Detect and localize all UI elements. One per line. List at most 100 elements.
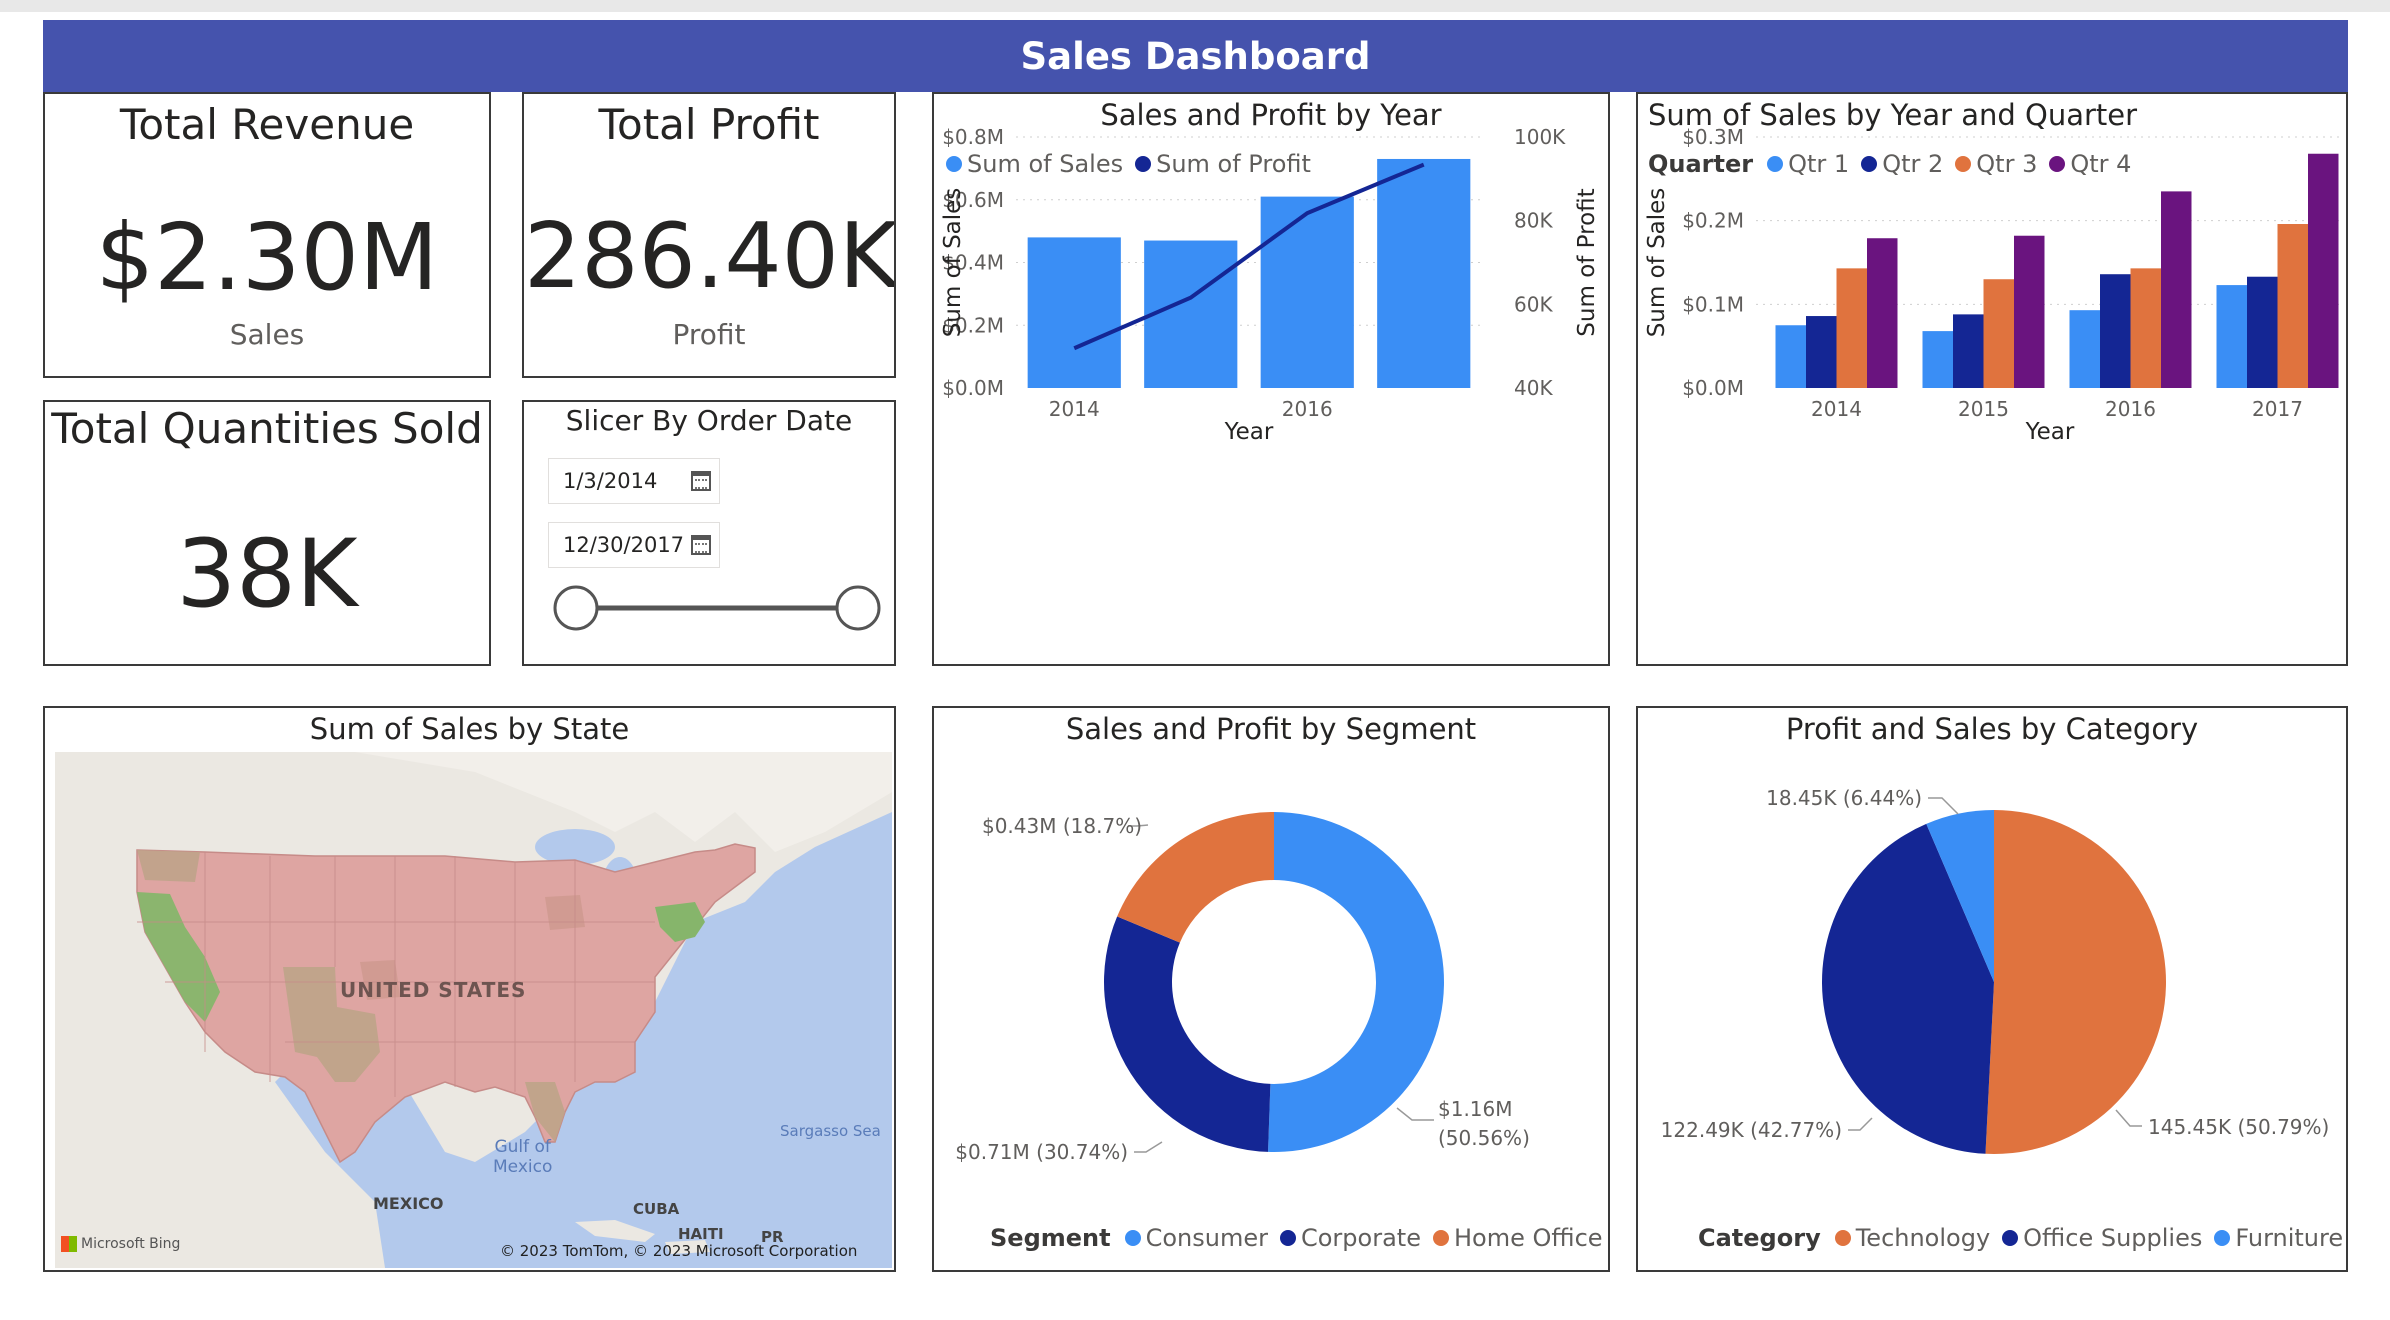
legend-item[interactable]: Office Supplies xyxy=(2002,1224,2202,1252)
map-title: Sum of Sales by State xyxy=(309,712,630,746)
kpi-label: Sales xyxy=(229,318,305,351)
y2-tick-label: 60K xyxy=(1514,292,1553,316)
data-label: 18.45K (6.44%) xyxy=(1766,786,1922,810)
map-sales-by-state[interactable]: Sum of Sales by State UNITED STATES Gulf… xyxy=(43,706,896,1272)
legend-item[interactable]: Technology xyxy=(1834,1224,1991,1252)
map-label-country: UNITED STATES xyxy=(340,978,527,1002)
legend-title: Category xyxy=(1698,1224,1821,1252)
data-label: $0.71M (30.74%) xyxy=(955,1140,1128,1164)
kpi-title: Total Quantities Sold xyxy=(51,404,483,453)
date-range-slider[interactable] xyxy=(524,572,894,652)
legend-dot xyxy=(2002,1230,2019,1246)
legend-label: Technology xyxy=(1855,1224,1991,1252)
map-label-mexico: MEXICO xyxy=(373,1194,444,1213)
bar xyxy=(1806,316,1837,388)
dashboard-title: Sales Dashboard xyxy=(1020,34,1371,78)
bar xyxy=(1836,268,1867,388)
slider-handle-start[interactable] xyxy=(553,585,599,631)
x-tick-label: 2015 xyxy=(1958,397,2009,421)
legend-item[interactable]: Corporate xyxy=(1279,1224,1421,1252)
kpi-card-quantity[interactable]: Total Quantities Sold 38K xyxy=(43,400,491,666)
pie-slice xyxy=(1985,810,2166,1154)
x-tick-label: 2014 xyxy=(1049,397,1100,421)
donut-slice xyxy=(1268,812,1444,1152)
chart-plot[interactable]: $0.0M$0.2M$0.4M$0.6M$0.8M40K60K80K100K20… xyxy=(934,94,1608,664)
chart-plot[interactable]: 145.45K (50.79%) 122.49K (42.77%) 18.45K (… xyxy=(1638,708,2346,1270)
y2-tick-label: 80K xyxy=(1514,209,1553,233)
map-label-gulf: Gulf of Mexico xyxy=(493,1137,552,1177)
x-tick-label: 2016 xyxy=(2105,397,2156,421)
y-tick-label: $0.1M xyxy=(1682,292,1744,316)
bar xyxy=(2216,285,2247,388)
start-date-value: 1/3/2014 xyxy=(563,469,658,493)
y-tick-label: $0.3M xyxy=(1682,125,1744,149)
x-tick-label: 2014 xyxy=(1811,397,1862,421)
microsoft-logo-icon xyxy=(61,1236,77,1252)
dashboard-header: Sales Dashboard xyxy=(43,20,2348,92)
kpi-card-revenue[interactable]: Total Revenue $2.30M Sales xyxy=(43,92,491,378)
map-label-sargasso: Sargasso Sea xyxy=(780,1122,881,1140)
chart-sales-profit-by-segment[interactable]: Sales and Profit by Segment $1.16M (50.56… xyxy=(932,706,1610,1272)
label-leader xyxy=(1134,1141,1163,1153)
y-tick-label: $0.0M xyxy=(942,376,1004,400)
bar xyxy=(2161,191,2192,388)
slider-handle-end[interactable] xyxy=(835,585,881,631)
chart-profit-sales-by-category[interactable]: Profit and Sales by Category 145.45K (50… xyxy=(1636,706,2348,1272)
legend-label: Office Supplies xyxy=(2023,1224,2203,1252)
state-michigan xyxy=(545,895,585,930)
y2-axis-title: Sum of Profit xyxy=(1574,188,1600,336)
x-tick-label: 2016 xyxy=(1282,397,1333,421)
chart-plot[interactable]: $1.16M (50.56%) $0.71M (30.74%) $0.43M (18.… xyxy=(934,708,1608,1270)
bar xyxy=(2308,153,2339,388)
bar xyxy=(2130,268,2161,388)
map-label-cuba: CUBA xyxy=(633,1200,680,1218)
legend-dot xyxy=(1834,1230,1851,1246)
x-tick-label: 2017 xyxy=(2252,397,2303,421)
kpi-value: 38K xyxy=(176,520,358,629)
label-leader xyxy=(2115,1109,2142,1127)
bar xyxy=(2014,235,2045,388)
kpi-label: Profit xyxy=(672,318,746,351)
bar xyxy=(1922,331,1953,388)
x-axis-title: Year xyxy=(1224,419,1274,445)
top-bar xyxy=(0,0,2390,12)
end-date-value: 12/30/2017 xyxy=(563,533,685,557)
bar xyxy=(1027,237,1121,388)
kpi-value: $2.30M xyxy=(95,204,439,311)
bar xyxy=(1953,314,1984,388)
y-tick-label: $0.0M xyxy=(1682,376,1744,400)
bing-label: Microsoft Bing xyxy=(81,1236,181,1252)
x-axis-title: Year xyxy=(2025,419,2075,445)
legend-item[interactable]: Consumer xyxy=(1124,1224,1268,1252)
legend-item[interactable]: Home Office xyxy=(1432,1224,1603,1252)
map-label-gulf-line2: Mexico xyxy=(493,1157,553,1177)
chart-plot[interactable]: $0.0M $0.1M $0.2M $0.3M 2014 2015 2016 2017 Year… xyxy=(1638,94,2346,664)
chart-sales-profit-by-year[interactable]: Sales and Profit by Year Sum of Sales Su… xyxy=(932,92,1610,666)
start-date-input[interactable]: 1/3/2014 xyxy=(548,458,720,504)
data-label: $1.16M xyxy=(1438,1097,1513,1121)
kpi-card-profit[interactable]: Total Profit 286.40K Profit xyxy=(522,92,896,378)
bar xyxy=(2069,310,2100,388)
bar xyxy=(2100,274,2131,388)
legend-dot xyxy=(2214,1230,2231,1246)
date-slicer[interactable]: Slicer By Order Date 1/3/2014 12/30/2017 xyxy=(522,400,896,666)
map-canvas[interactable]: UNITED STATES Gulf of Mexico Sargasso Se… xyxy=(55,752,892,1268)
data-label: (50.56%) xyxy=(1438,1126,1530,1150)
bar xyxy=(1983,279,2014,388)
y-tick-label: $0.8M xyxy=(942,125,1004,149)
calendar-icon[interactable] xyxy=(691,471,711,491)
end-date-input[interactable]: 12/30/2017 xyxy=(548,522,720,568)
line-series xyxy=(1073,162,1425,351)
y2-tick-label: 100K xyxy=(1514,125,1566,149)
map-label-haiti: HAITI xyxy=(678,1225,724,1243)
calendar-icon[interactable] xyxy=(691,535,711,555)
y-tick-label: $0.2M xyxy=(1682,209,1744,233)
map-graphic xyxy=(55,752,892,1268)
legend-dot xyxy=(1279,1230,1296,1246)
chart-sales-by-year-quarter[interactable]: Sum of Sales by Year and Quarter Quarter… xyxy=(1636,92,2348,666)
kpi-value: 286.40K xyxy=(524,204,896,309)
bar xyxy=(1260,196,1354,388)
legend-title: Segment xyxy=(990,1224,1111,1252)
legend-item[interactable]: Furniture xyxy=(2214,1224,2343,1252)
data-label: 145.45K (50.79%) xyxy=(2148,1115,2329,1139)
